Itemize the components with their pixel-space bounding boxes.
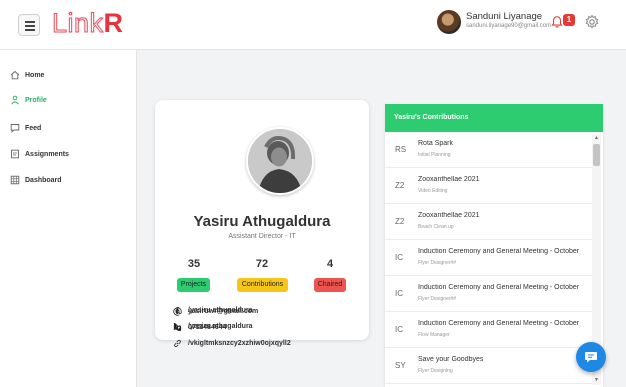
item-subtitle: Video Editing: [418, 188, 448, 194]
main-content: Yasiru Athugaldura Assistant Director - …: [137, 50, 626, 387]
app-logo[interactable]: LinkR: [52, 8, 124, 39]
sidebar-item-assignments[interactable]: Assignments: [10, 147, 69, 161]
item-title: Zooxanthellae 2021: [418, 212, 480, 219]
contact-facebook-text: /yasiru athugaldura: [188, 306, 253, 314]
person-icon: [11, 95, 19, 105]
assignments-icon: [11, 149, 19, 159]
chat-icon: [585, 352, 597, 363]
scroll-up-icon[interactable]: ▲: [594, 135, 599, 141]
profile-card: Yasiru Athugaldura Assistant Director - …: [155, 100, 369, 340]
scroll-down-icon[interactable]: ▼: [594, 377, 599, 383]
list-item[interactable]: IC Induction Ceremony and General Meetin…: [385, 240, 593, 276]
sidebar-item-dashboard[interactable]: Dashboard: [10, 173, 62, 187]
feed-icon: [10, 124, 20, 133]
profile-name: Yasiru Athugaldura: [193, 213, 331, 230]
stat-projects-count: 35: [187, 258, 201, 270]
list-item[interactable]: RS Rota Spark Initial Planning: [385, 132, 593, 168]
bell-icon[interactable]: [550, 15, 564, 29]
sidebar-item-home[interactable]: Home: [10, 68, 44, 82]
contributions-list: RS Rota Spark Initial Planning Z2 Zooxan…: [385, 132, 593, 387]
contributions-panel: Yasiru's Contributions RS Rota Spark Ini…: [385, 104, 603, 387]
sidebar-item-profile[interactable]: Profile: [10, 93, 47, 107]
scroll-thumb[interactable]: [593, 144, 600, 166]
profile-photo: [246, 127, 314, 195]
item-abbr: SY: [395, 361, 406, 370]
contributions-header: Yasiru's Contributions: [385, 104, 603, 132]
item-title: Zooxanthellae 2021: [418, 176, 480, 183]
sidebar-item-label: Feed: [25, 124, 42, 132]
user-name: Sanduni Liyanage: [466, 11, 543, 22]
stat-projects-badge[interactable]: Projects: [177, 278, 210, 292]
item-abbr: Z2: [395, 217, 405, 226]
sidebar-item-label: Home: [25, 71, 45, 79]
user-avatar[interactable]: [437, 10, 461, 34]
item-subtitle: Flyer Designing: [418, 368, 453, 374]
item-subtitle: Flyer Designer##: [418, 296, 457, 302]
item-subtitle: Flyer Designer##: [418, 260, 457, 266]
item-abbr: RS: [395, 145, 407, 154]
contact-link-text: /vkigltmksnzcy2xzhiw0ojxqyll2: [188, 339, 291, 347]
list-item[interactable]: Z2 Zooxanthellae 2021 Beach Clean up: [385, 204, 593, 240]
item-subtitle: Flow Manager: [418, 332, 450, 338]
contact-linkedin-text: /yasiru athugaldura: [188, 322, 253, 330]
contact-linkedin[interactable]: /yasiru athugaldura: [173, 321, 253, 331]
item-title: Rota Spark: [418, 140, 454, 147]
stat-contributions-badge[interactable]: Contributions: [237, 278, 288, 292]
user-email: sanduni.liyanage90@gmail.com: [466, 23, 552, 29]
list-item[interactable]: SY Save your Goodbyes Flyer Designing: [385, 348, 593, 384]
list-item[interactable]: Z2 Zooxanthellae 2021 Video Editing: [385, 168, 593, 204]
item-title: Induction Ceremony and General Meeting -…: [418, 320, 580, 327]
menu-icon[interactable]: [18, 14, 40, 36]
link-icon: [174, 339, 181, 347]
stat-chaired-badge[interactable]: Chaired: [314, 278, 346, 292]
linkedin-icon: [173, 322, 182, 330]
top-header: LinkR Sanduni Liyanage sanduni.liyanage9…: [0, 0, 626, 50]
item-abbr: IC: [395, 289, 403, 298]
item-subtitle: Initial Planning: [418, 152, 451, 158]
sidebar: Home Profile Feed Assignments Dashboard: [0, 50, 137, 387]
item-abbr: IC: [395, 325, 403, 334]
list-item[interactable]: IC Induction Ceremony and General Meetin…: [385, 312, 593, 348]
home-icon: [10, 70, 20, 80]
contact-link[interactable]: /vkigltmksnzcy2xzhiw0ojxqyll2: [173, 338, 291, 348]
sidebar-item-label: Assignments: [25, 150, 69, 158]
chat-button[interactable]: [576, 342, 606, 372]
gear-icon[interactable]: [584, 14, 600, 30]
contact-facebook[interactable]: /yasiru athugaldura: [173, 305, 253, 315]
item-title: Induction Ceremony and General Meeting -…: [418, 284, 580, 291]
dashboard-icon: [10, 175, 20, 185]
facebook-icon: [175, 306, 180, 314]
item-title: Save your Goodbyes: [418, 356, 484, 363]
profile-role: Assistant Director - IT: [228, 233, 296, 240]
item-abbr: Z2: [395, 181, 405, 190]
list-item[interactable]: IC Induction Ceremony and General Meetin…: [385, 276, 593, 312]
item-subtitle: Beach Clean up: [418, 224, 454, 230]
stat-contributions-count: 72: [255, 258, 269, 270]
sidebar-item-label: Profile: [25, 96, 47, 104]
stat-chaired-count: 4: [326, 258, 334, 270]
item-abbr: IC: [395, 253, 403, 262]
sidebar-item-feed[interactable]: Feed: [10, 121, 41, 135]
notification-badge[interactable]: 1: [563, 14, 575, 26]
item-title: Induction Ceremony and General Meeting -…: [418, 248, 580, 255]
sidebar-item-label: Dashboard: [25, 176, 62, 184]
